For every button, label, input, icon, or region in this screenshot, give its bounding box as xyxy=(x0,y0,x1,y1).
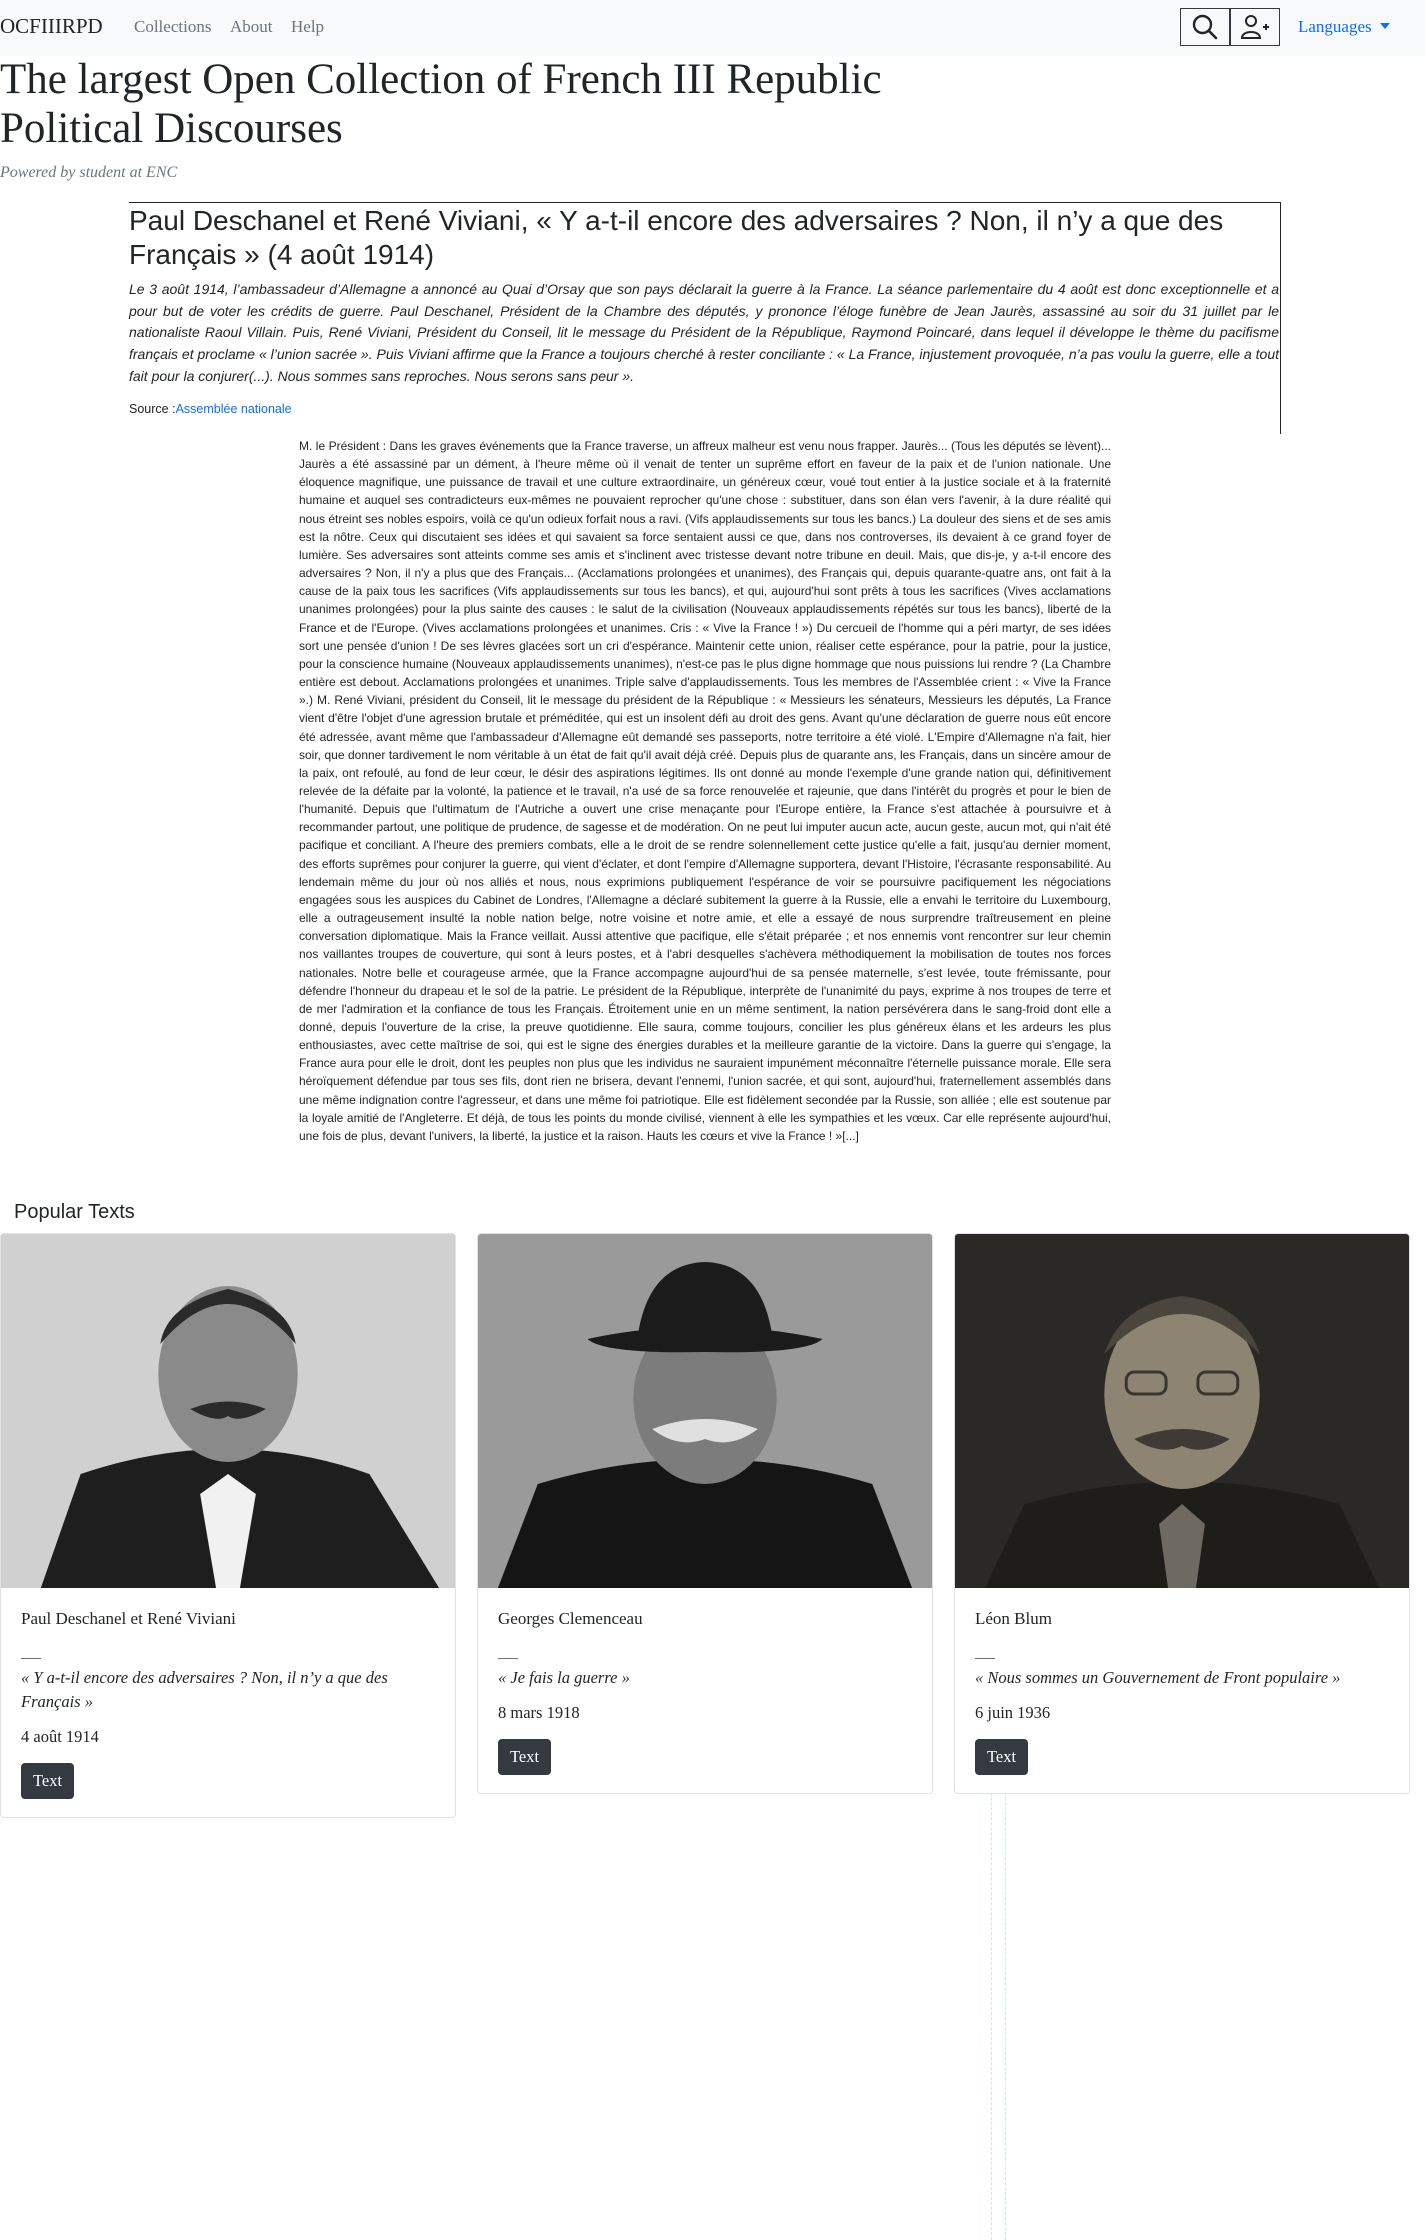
navbar: OCFIIIRPD Collections About Help Languag… xyxy=(0,0,1425,56)
nav-link-help[interactable]: Help xyxy=(291,17,324,37)
card-date: 6 juin 1936 xyxy=(975,1703,1051,1722)
popular-card: Georges Clemenceau « Je fais la guerre »… xyxy=(477,1233,933,1794)
card-quote: « Je fais la guerre » xyxy=(498,1668,630,1687)
source-link[interactable]: Assemblée nationale xyxy=(176,402,292,416)
card-author: Georges Clemenceau xyxy=(498,1609,643,1628)
card-quote: « Y a-t-il encore des adversaires ? Non,… xyxy=(21,1668,388,1711)
text-button[interactable]: Text xyxy=(975,1739,1029,1775)
text-button[interactable]: Text xyxy=(21,1763,75,1799)
nav-link-about[interactable]: About xyxy=(230,17,273,37)
popular-card: Paul Deschanel et René Viviani « Y a-t-i… xyxy=(0,1233,456,1818)
languages-dropdown[interactable]: Languages xyxy=(1298,17,1390,37)
page-subtitle: Powered by student at ENC xyxy=(0,164,178,181)
nav-link-collections[interactable]: Collections xyxy=(134,17,211,37)
card-date: 8 mars 1918 xyxy=(498,1703,580,1722)
document-intro: Le 3 août 1914, l’ambassadeur d’Allemagn… xyxy=(129,281,1279,384)
document-source: Source :Assemblée nationale xyxy=(129,402,292,416)
card-body: Léon Blum « Nous sommes un Gouvernement … xyxy=(955,1588,1409,1793)
popular-texts-heading: Popular Texts xyxy=(14,1201,135,1223)
popular-card: Léon Blum « Nous sommes un Gouvernement … xyxy=(954,1233,1410,1794)
card-quote: « Nous sommes un Gouvernement de Front p… xyxy=(975,1668,1341,1687)
card-date: 4 août 1914 xyxy=(21,1727,99,1746)
card-divider xyxy=(21,1658,41,1659)
source-label: Source : xyxy=(129,402,176,416)
card-divider xyxy=(498,1658,518,1659)
card-author: Paul Deschanel et René Viviani xyxy=(21,1609,236,1628)
portrait-image xyxy=(1,1234,455,1588)
search-icon xyxy=(1192,14,1218,40)
caret-down-icon xyxy=(1379,23,1390,29)
document-speech-text: M. le Président : Dans les graves événem… xyxy=(299,439,1111,1143)
search-button[interactable] xyxy=(1180,8,1230,46)
text-button[interactable]: Text xyxy=(498,1739,552,1775)
portrait-image xyxy=(955,1234,1409,1588)
card-body: Georges Clemenceau « Je fais la guerre »… xyxy=(478,1588,932,1793)
user-add-icon xyxy=(1240,15,1269,39)
card-author: Léon Blum xyxy=(975,1609,1052,1628)
card-body: Paul Deschanel et René Viviani « Y a-t-i… xyxy=(1,1588,455,1817)
brand-logo[interactable]: OCFIIIRPD xyxy=(0,14,103,39)
languages-label: Languages xyxy=(1298,17,1372,36)
document-title: Paul Deschanel et René Viviani, « Y a-t-… xyxy=(129,205,1224,270)
account-button[interactable] xyxy=(1230,8,1280,46)
page-title: The largest Open Collection of French II… xyxy=(0,56,882,152)
portrait-image xyxy=(478,1234,932,1588)
card-divider xyxy=(975,1658,995,1659)
